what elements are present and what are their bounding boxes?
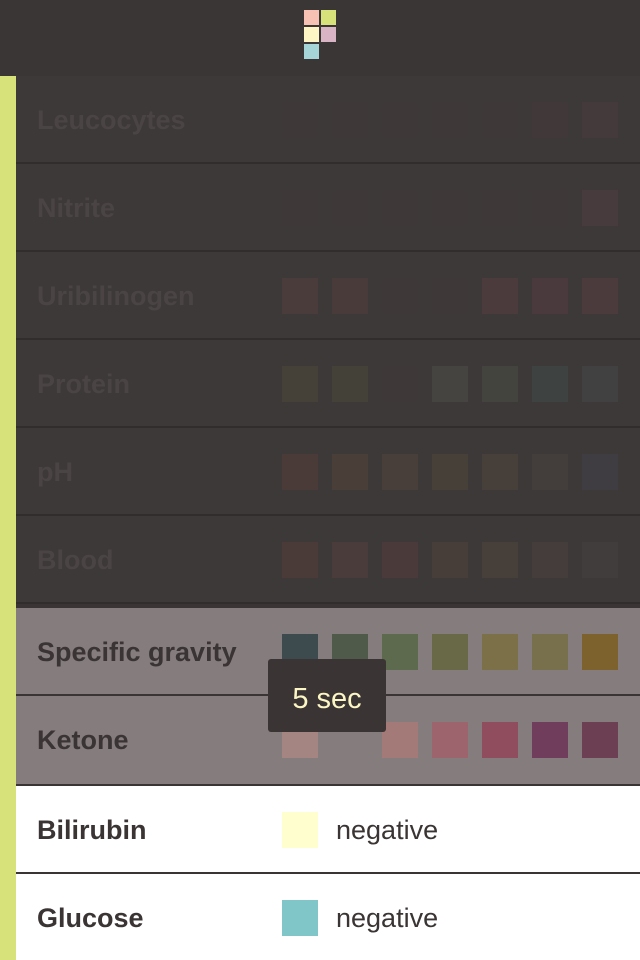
color-swatch: [482, 454, 518, 490]
color-swatch: [282, 278, 318, 314]
color-swatch: [582, 366, 618, 402]
result-swatch: [282, 812, 318, 848]
test-label: pH: [37, 457, 73, 487]
test-row-protein[interactable]: Protein: [16, 340, 640, 428]
color-swatch: [532, 366, 568, 402]
app-logo-icon[interactable]: [304, 10, 336, 60]
color-swatch: [582, 454, 618, 490]
color-swatch: [432, 454, 468, 490]
color-swatch[interactable]: [382, 722, 418, 758]
color-swatch: [532, 278, 568, 314]
color-swatch[interactable]: [432, 634, 468, 670]
result-swatch: [282, 900, 318, 936]
color-swatch: [332, 542, 368, 578]
test-row-glucose[interactable]: Glucose negative: [16, 874, 640, 960]
color-swatch: [582, 542, 618, 578]
color-swatch: [432, 542, 468, 578]
color-swatch: [382, 190, 418, 226]
color-swatch: [282, 102, 318, 138]
color-swatch: [482, 102, 518, 138]
color-swatch[interactable]: [532, 722, 568, 758]
top-bar: [0, 0, 640, 76]
color-swatch: [282, 366, 318, 402]
color-swatch: [282, 542, 318, 578]
color-swatch: [382, 542, 418, 578]
color-swatch: [332, 454, 368, 490]
color-swatch: [582, 102, 618, 138]
color-swatch[interactable]: [482, 634, 518, 670]
color-swatch: [332, 278, 368, 314]
color-swatch[interactable]: [582, 634, 618, 670]
color-swatch: [382, 366, 418, 402]
color-swatch: [532, 190, 568, 226]
color-swatch[interactable]: [382, 634, 418, 670]
test-row-uribilinogen[interactable]: Uribilinogen: [16, 252, 640, 340]
test-label: Uribilinogen: [37, 281, 195, 311]
test-label: Specific gravity: [37, 637, 237, 667]
color-swatch[interactable]: [582, 722, 618, 758]
accent-bar: [0, 76, 16, 960]
color-swatch: [432, 102, 468, 138]
color-swatch[interactable]: [432, 722, 468, 758]
test-label: Bilirubin: [37, 815, 147, 845]
color-swatch: [282, 190, 318, 226]
color-swatch: [332, 102, 368, 138]
test-label: Nitrite: [37, 193, 116, 223]
color-swatch: [532, 542, 568, 578]
test-row-blood[interactable]: Blood: [16, 516, 640, 604]
color-swatch: [432, 278, 468, 314]
color-swatch: [482, 542, 518, 578]
test-label: Glucose: [37, 903, 144, 933]
test-row-ph[interactable]: pH: [16, 428, 640, 516]
color-swatch: [382, 278, 418, 314]
color-swatch: [432, 366, 468, 402]
test-label: Blood: [37, 545, 114, 575]
test-row-leucocytes[interactable]: Leucocytes: [16, 76, 640, 164]
color-swatch: [382, 454, 418, 490]
test-row-nitrite[interactable]: Nitrite: [16, 164, 640, 252]
color-swatch: [582, 190, 618, 226]
color-swatch: [532, 102, 568, 138]
test-label: Ketone: [37, 725, 129, 755]
color-swatch: [482, 366, 518, 402]
color-swatch: [382, 102, 418, 138]
result-value: negative: [336, 903, 439, 933]
color-swatch: [582, 278, 618, 314]
color-swatch: [332, 366, 368, 402]
color-swatch: [282, 454, 318, 490]
test-row-bilirubin[interactable]: Bilirubin negative: [16, 786, 640, 874]
color-swatch[interactable]: [532, 634, 568, 670]
timer-text: 5 sec: [292, 683, 362, 715]
test-label: Protein: [37, 369, 131, 399]
color-swatch: [332, 190, 368, 226]
color-swatch: [532, 454, 568, 490]
color-swatch: [482, 278, 518, 314]
timer-tooltip: 5 sec: [268, 659, 386, 732]
test-list: Leucocytes Nitrite Uribilinogen Protein: [16, 76, 640, 960]
color-swatch: [482, 190, 518, 226]
color-swatch[interactable]: [482, 722, 518, 758]
result-value: negative: [336, 815, 439, 845]
test-label: Leucocytes: [37, 105, 186, 135]
color-swatch: [432, 190, 468, 226]
